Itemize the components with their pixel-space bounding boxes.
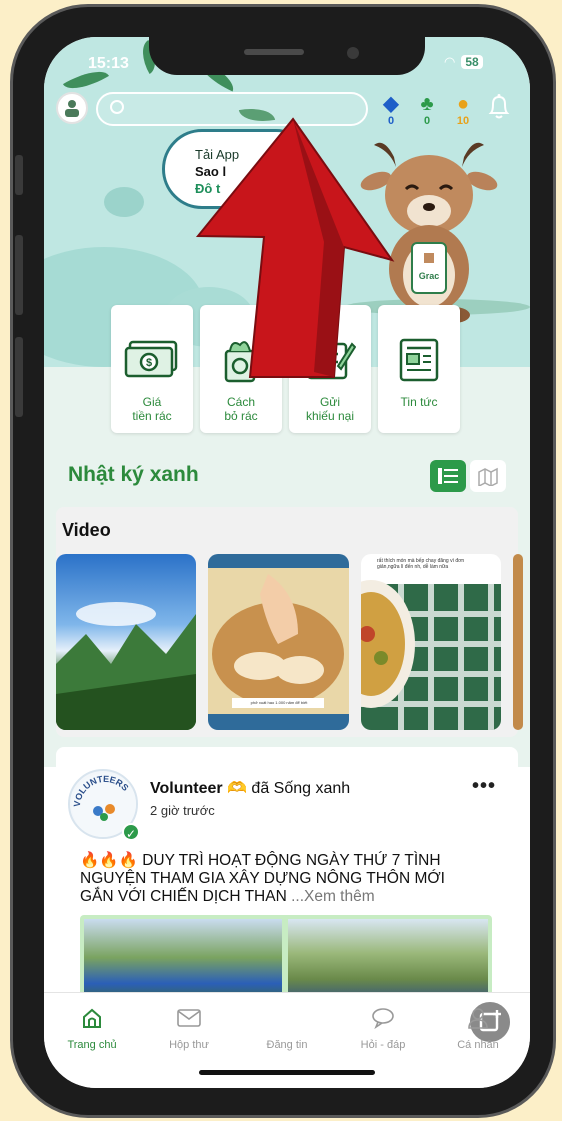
- news-icon: [399, 338, 439, 382]
- price-card[interactable]: $ Giá tiền rác: [111, 305, 193, 433]
- video-thumb-2[interactable]: phở xuất hao 1.000 năm để biết: [208, 554, 349, 730]
- tab-profile[interactable]: Cá nhân: [438, 1003, 518, 1051]
- tab-qa-label: Hỏi - đáp: [360, 1039, 406, 1051]
- post-text: 🔥🔥🔥 DUY TRÌ HOẠT ĐỘNG NGÀY THỨ 7 TÌNH NG…: [80, 852, 480, 906]
- mascot-sign-text: Grac: [419, 271, 440, 281]
- mail-icon: [177, 1009, 201, 1027]
- clover-counter[interactable]: ♣ 0: [412, 93, 442, 127]
- post-time: 2 giờ trước: [150, 803, 215, 818]
- disposal-card-label-2: bỏ rác: [224, 409, 258, 423]
- tab-post[interactable]: Đăng tin: [247, 999, 513, 1051]
- promo-bubble[interactable]: Tải App Sao l Đô t: [162, 129, 316, 209]
- svg-text:$: $: [146, 357, 152, 369]
- user-avatar[interactable]: [56, 92, 88, 124]
- thumb3-caption: rất thích món mà bếp chay đăng vì đơn gi…: [377, 558, 465, 570]
- tab-qa[interactable]: Hỏi - đáp: [343, 1003, 423, 1051]
- tab-post-label: Đăng tin: [266, 1039, 308, 1051]
- promo-line-2: Sao l: [195, 164, 227, 179]
- more-options-button[interactable]: •••: [472, 775, 496, 798]
- video-thumb-3[interactable]: rất thích món mà bếp chay đăng vì đơn gi…: [361, 554, 501, 730]
- complaint-card-label-2: khiếu nại: [305, 409, 355, 423]
- post-body: 🔥🔥🔥 DUY TRÌ HOẠT ĐỘNG NGÀY THỨ 7 TÌNH NG…: [80, 852, 445, 905]
- price-card-label-1: Giá: [142, 395, 162, 409]
- search-input[interactable]: [96, 92, 368, 126]
- list-icon: [438, 468, 458, 484]
- tab-profile-label: Cá nhân: [457, 1039, 499, 1051]
- app-screen: 15:13 ◠ 58 ◆ 0 ♣ 0 ● 10 Tải App Sao l Đô …: [44, 37, 530, 1088]
- disposal-card-label-1: Cách: [226, 395, 255, 409]
- diamond-counter[interactable]: ◆ 0: [376, 93, 406, 127]
- coin-icon: ●: [456, 93, 470, 115]
- home-indicator: [199, 1070, 375, 1075]
- post-author-name[interactable]: Volunteer: [150, 780, 223, 797]
- status-time: 15:13: [88, 55, 129, 72]
- person-icon: [468, 1008, 488, 1029]
- recycle-bin-icon: [224, 341, 256, 383]
- news-card[interactable]: Tin tức: [378, 305, 460, 433]
- thumb2-caption: phở xuất hao 1.000 năm để biết: [250, 700, 308, 705]
- chat-icon: [372, 1008, 394, 1029]
- complaint-icon: [306, 342, 356, 380]
- mascot-illustration: Grac: [360, 142, 498, 323]
- battery-level: 58: [461, 55, 483, 69]
- volume-down-button: [15, 337, 23, 417]
- tab-inbox[interactable]: Hộp thư: [149, 1003, 229, 1051]
- coin-counter[interactable]: ● 10: [448, 93, 478, 127]
- verified-check-icon: ✓: [122, 823, 140, 841]
- diamond-icon: ◆: [383, 93, 399, 115]
- coin-count: 10: [456, 115, 470, 127]
- complaint-card[interactable]: Gửi khiếu nại: [289, 305, 371, 433]
- map-view-button[interactable]: [470, 460, 506, 492]
- map-icon: [478, 467, 498, 486]
- user-icon: [65, 100, 79, 117]
- tab-home[interactable]: Trang chủ: [52, 1003, 132, 1051]
- wifi-icon: ◠: [444, 54, 456, 69]
- post-author-line: Volunteer 🫶 đã Sống xanh: [150, 778, 350, 798]
- promo-line-3: Đô t: [195, 181, 221, 196]
- video-thumb-4[interactable]: [513, 554, 523, 730]
- author-emoji: 🫶: [227, 780, 247, 797]
- tab-inbox-label: Hộp thư: [169, 1039, 209, 1051]
- diamond-count: 0: [387, 115, 395, 127]
- tab-home-label: Trang chủ: [67, 1039, 117, 1051]
- promo-line-1: Tải App: [195, 147, 240, 162]
- video-title: Video: [62, 520, 111, 540]
- post-action: đã Sống xanh: [246, 780, 351, 797]
- diary-title: Nhật ký xanh: [68, 463, 199, 486]
- money-icon: $: [124, 340, 178, 378]
- video-thumb-1[interactable]: [56, 554, 196, 730]
- mountain-landscape-image: [56, 602, 196, 730]
- bell-icon[interactable]: [487, 93, 511, 121]
- mute-switch: [15, 155, 23, 195]
- home-icon: [83, 1008, 101, 1028]
- food-plate-image: [361, 580, 501, 730]
- price-card-label-2: tiền rác: [132, 409, 172, 423]
- list-view-button[interactable]: [430, 460, 466, 492]
- search-icon: [110, 100, 124, 114]
- news-card-label: Tin tức: [400, 395, 438, 409]
- see-more-link[interactable]: ...Xem thêm: [287, 888, 375, 905]
- disposal-card[interactable]: Cách bỏ rác: [200, 305, 282, 433]
- clover-count: 0: [423, 115, 431, 127]
- camera-notch: [149, 37, 425, 75]
- status-icons: ◠ 58: [444, 54, 483, 70]
- volume-up-button: [15, 235, 23, 315]
- clover-icon: ♣: [420, 93, 434, 115]
- complaint-card-label-1: Gửi: [319, 395, 341, 409]
